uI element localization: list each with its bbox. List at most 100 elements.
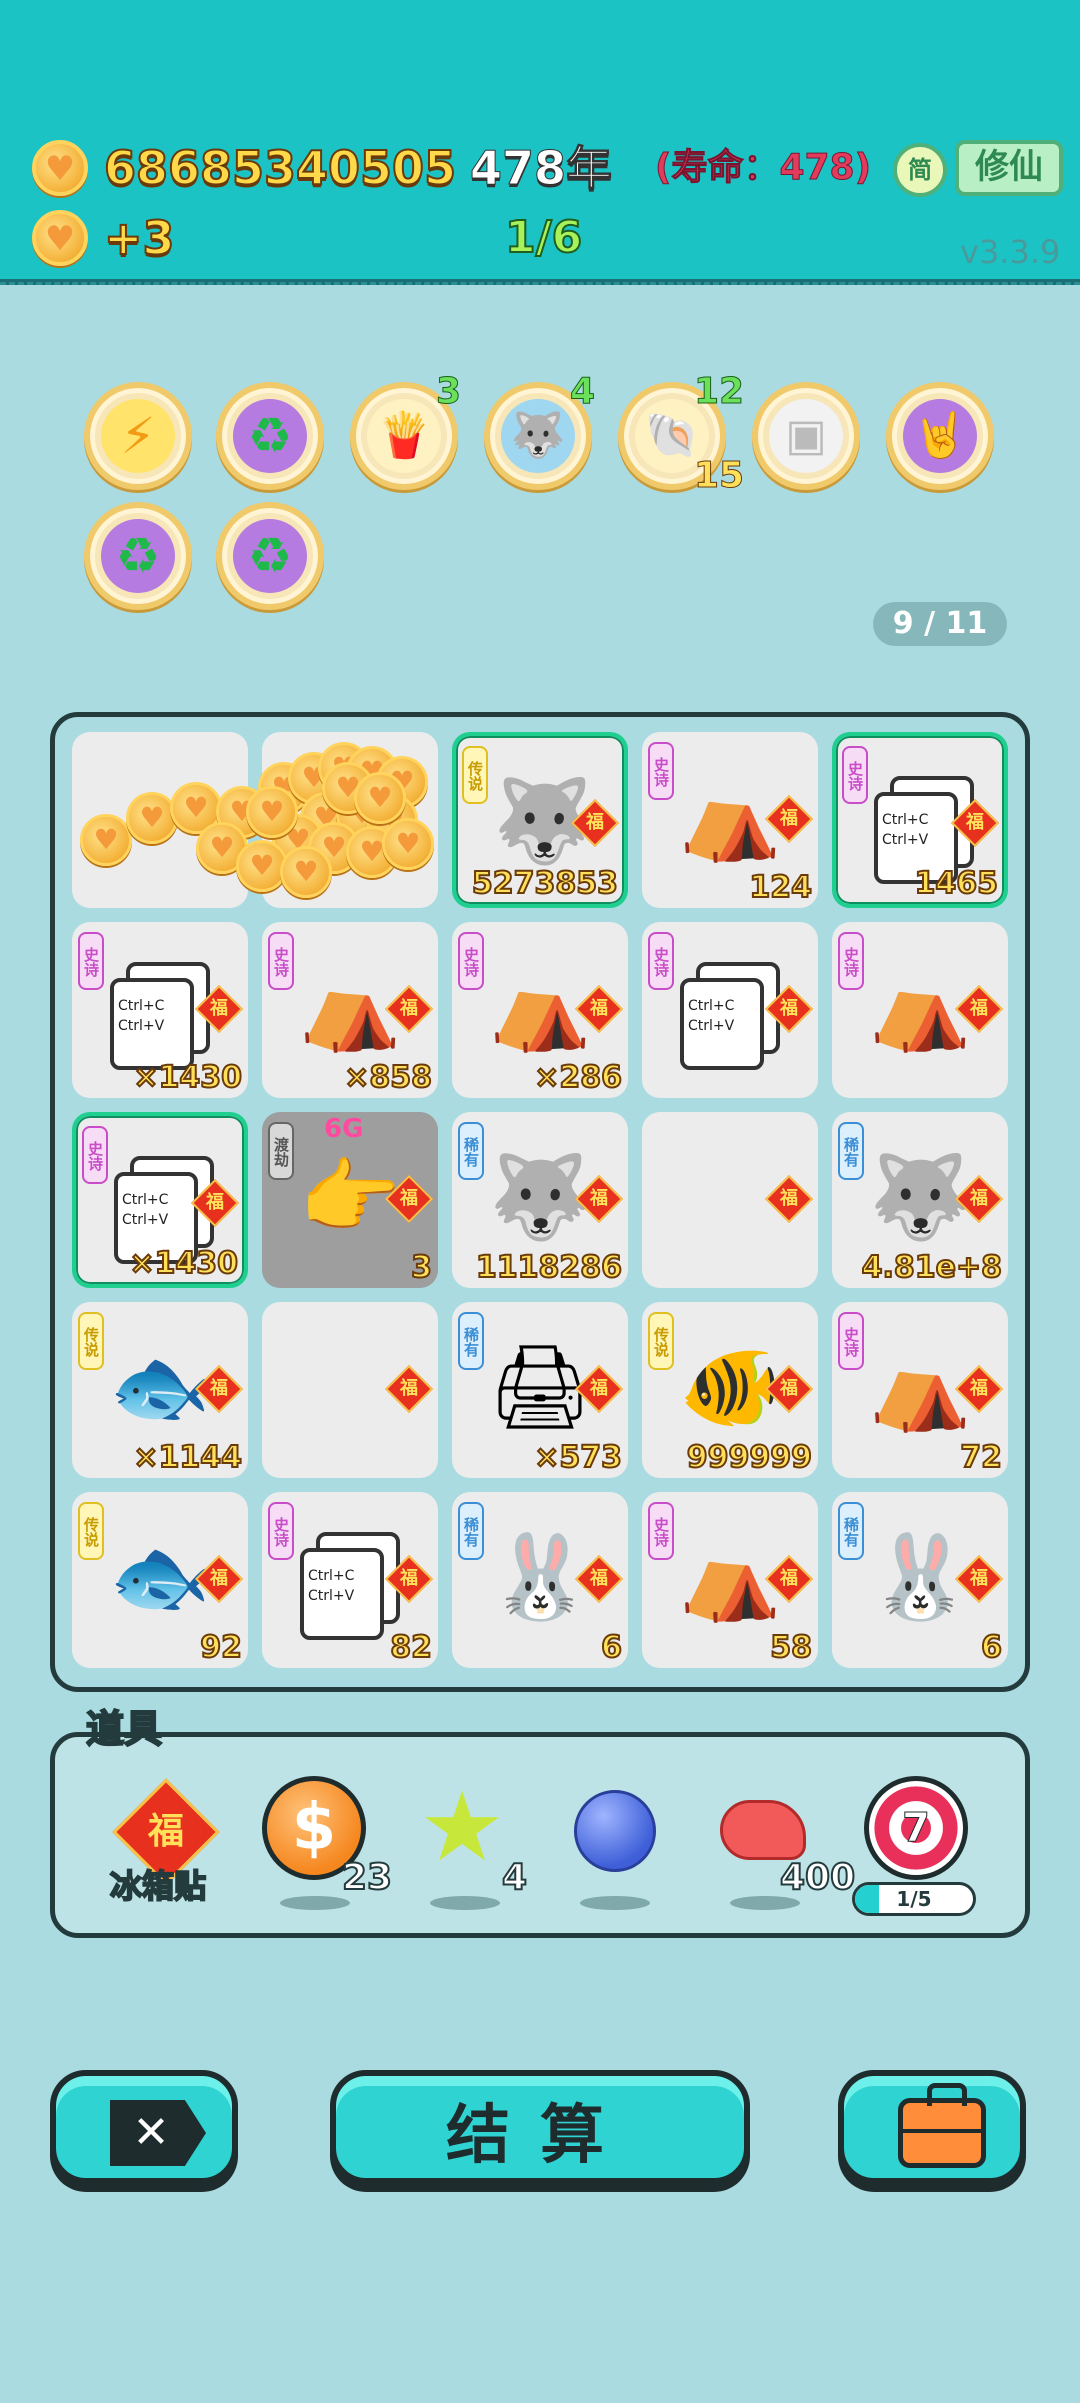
fu-glyph: 福 [147,1811,184,1852]
coin-income-icon [32,210,88,266]
board-cell[interactable]: 福 [642,1112,818,1288]
board-cell[interactable]: 稀有 🐺 福 4.81e+8 [832,1112,1008,1288]
rarity-badge: 稀有 [458,1502,484,1560]
page-indicator: 9 / 11 [873,602,1007,646]
board-cell[interactable]: 稀有 🐰 福 6 [832,1492,1008,1668]
rarity-badge: 稀有 [458,1312,484,1370]
fu-glyph: 福 [586,812,604,833]
coin-pile[interactable] [72,732,438,908]
board-cell[interactable]: 史诗 ⛺ 福 124 [642,732,818,908]
close-button[interactable]: ✕ [50,2070,238,2184]
lightning-badge[interactable]: ⚡ [84,382,192,490]
board-cell[interactable]: 史诗 ⛺ 福 ×858 [262,922,438,1098]
rarity-badge: 史诗 [838,932,864,990]
board-cell[interactable]: 稀有 🐺 福 1118286 [452,1112,628,1288]
cell-value: ×1430 [128,1245,239,1282]
rarity-badge: 稀有 [838,1502,864,1560]
board-cell[interactable]: 史诗 Ctrl+C Ctrl+V 福 1465 [832,732,1008,908]
board-cell[interactable]: 史诗 Ctrl+C Ctrl+V 福 ×1430 [72,1112,248,1288]
sugar-badge[interactable]: ▣ [752,382,860,490]
rarity-badge: 史诗 [648,932,674,990]
fu-glyph: 福 [970,1568,988,1589]
shell-count-top: 12 [693,371,745,412]
cultivation-button[interactable]: 修仙 [955,140,1063,196]
fries-count: 3 [435,371,462,412]
fu-glyph: 福 [780,1378,798,1399]
board-cell[interactable]: 福 [262,1302,438,1478]
rarity-badge: 史诗 [648,742,674,800]
fu-glyph: 福 [970,1188,988,1209]
fu-sticker-icon: 福 [764,1174,814,1224]
cell-value: ×858 [343,1059,433,1096]
fries-icon: 🍟 [367,399,441,473]
rarity-badge: 渡劫 [268,1122,294,1180]
star-shadow [430,1896,500,1910]
board-cell[interactable]: 稀有 🐰 福 6 [452,1492,628,1668]
coin-income: +3 [103,210,176,266]
fu-glyph: 福 [400,998,418,1019]
liver-icon[interactable] [720,1800,806,1860]
recycle-badge-2[interactable]: ♻ [84,502,192,610]
star-icon[interactable]: ★ [410,1778,514,1876]
fu-glyph: 福 [590,998,608,1019]
rarity-badge: 史诗 [648,1502,674,1560]
briefcase-icon [898,2083,986,2168]
blueberry-icon[interactable] [574,1790,656,1872]
fu-glyph: 福 [210,1378,228,1399]
husky-count: 4 [569,371,596,412]
target-progress-bar: 1/5 [852,1882,976,1916]
board-cell[interactable]: 史诗 ⛺ 福 58 [642,1492,818,1668]
cell-value: ×573 [533,1439,623,1476]
board-cell[interactable]: 传说 🐺 福 5273853 [452,732,628,908]
items-title: 道具 [85,1706,163,1752]
settle-label: 结算 [446,2099,634,2173]
recycle-badge[interactable]: ♻ [216,382,324,490]
board-cell[interactable]: 渡劫 👉 福 6G 3 [262,1112,438,1288]
simplified-toggle-button[interactable]: 简 [893,143,947,197]
fu-glyph: 福 [210,1568,228,1589]
version-label: v3.3.9 [960,233,1061,271]
fu-glyph: 福 [590,1568,608,1589]
close-icon: ✕ [110,2100,206,2166]
cell-value: 1465 [914,865,999,902]
rock-hand-icon: 🤘 [903,399,977,473]
board-cell[interactable]: 史诗 Ctrl+C Ctrl+V 福 82 [262,1492,438,1668]
rarity-badge: 传说 [78,1312,104,1370]
backpack-button[interactable] [838,2070,1026,2184]
sugar-cubes-icon: ▣ [769,399,843,473]
board-cell[interactable]: 史诗 Ctrl+C Ctrl+V 福 ×1430 [72,922,248,1098]
board-cell[interactable]: 传说 🐟 福 ×1144 [72,1302,248,1478]
board-cell[interactable]: 史诗 ⛺ 福 ×286 [452,922,628,1098]
board-cell[interactable]: 史诗 Ctrl+C Ctrl+V 福 [642,922,818,1098]
rarity-badge: 史诗 [458,932,484,990]
cell-value: 6 [980,1629,1003,1666]
star-count: 4 [501,1857,528,1899]
rarity-badge: 传说 [648,1312,674,1370]
cell-value: ×1430 [132,1059,243,1096]
recycle-icon: ♻ [101,519,175,593]
rarity-badge: 史诗 [842,746,868,804]
recycle-icon: ♻ [233,519,307,593]
board-cell[interactable]: 传说 🐟 福 92 [72,1492,248,1668]
board-cell[interactable]: 史诗 ⛺ 福 72 [832,1302,1008,1478]
rarity-badge: 史诗 [268,1502,294,1560]
settle-button[interactable]: 结算 [330,2070,750,2184]
liver-shadow [730,1896,800,1910]
recycle-badge-3[interactable]: ♻ [216,502,324,610]
rock-hand-badge[interactable]: 🤘 [886,382,994,490]
rarity-badge: 稀有 [458,1122,484,1180]
board-cell[interactable]: 传说 🐠 福 999999 [642,1302,818,1478]
board-cell[interactable]: 史诗 ⛺ 福 [832,922,1008,1098]
year-counter: 478年 [469,141,613,196]
copy-paste-card-icon: Ctrl+C Ctrl+V [110,962,210,1072]
coin-icon [354,772,406,824]
fu-glyph: 福 [970,998,988,1019]
husky-icon: 🐺 [501,399,575,473]
cell-value: 999999 [686,1439,813,1476]
shell-count-bottom: 15 [693,455,745,496]
card-front-text: Ctrl+C Ctrl+V [300,1548,384,1640]
fu-glyph: 福 [780,808,798,829]
cell-value: 72 [959,1439,1003,1476]
dollar-count: 23 [341,1857,393,1899]
board-cell[interactable]: 稀有 🖨 福 ×573 [452,1302,628,1478]
